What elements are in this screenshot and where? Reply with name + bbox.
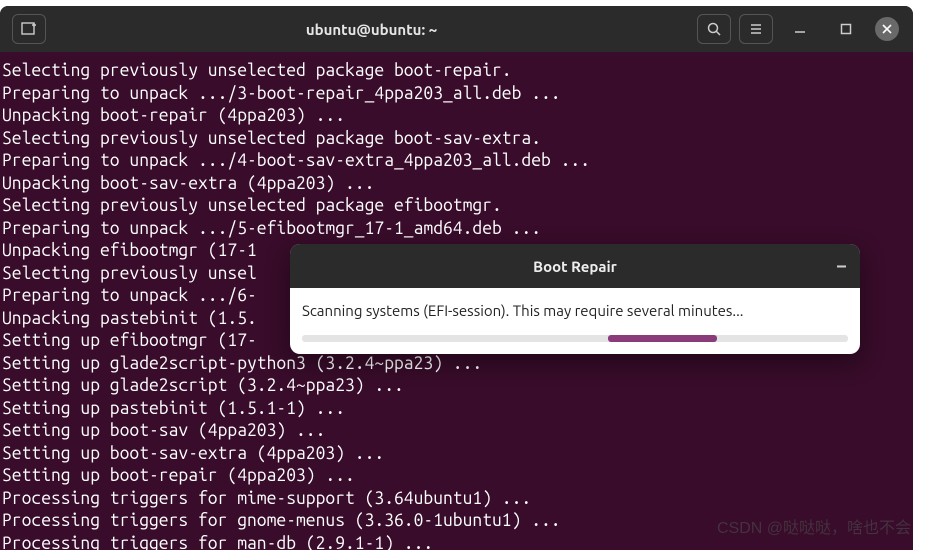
terminal-line: Setting up pastebinit (1.5.1-1) ... bbox=[0, 398, 913, 421]
terminal-line: Processing triggers for mime-support (3.… bbox=[0, 488, 913, 511]
dialog-header[interactable]: Boot Repair – bbox=[290, 244, 860, 288]
terminal-line: Setting up boot-repair (4ppa203) ... bbox=[0, 465, 913, 488]
boot-repair-dialog: Boot Repair – Scanning systems (EFI-sess… bbox=[290, 244, 860, 354]
terminal-line: Preparing to unpack .../5-efibootmgr_17-… bbox=[0, 218, 913, 241]
search-button[interactable] bbox=[697, 14, 731, 44]
progress-bar-fill bbox=[608, 335, 717, 342]
dialog-body: Scanning systems (EFI-session). This may… bbox=[290, 288, 860, 354]
menu-button[interactable] bbox=[739, 14, 773, 44]
terminal-line: Preparing to unpack .../3-boot-repair_4p… bbox=[0, 83, 913, 106]
terminal-line: Unpacking boot-sav-extra (4ppa203) ... bbox=[0, 173, 913, 196]
terminal-line: Setting up glade2script-python3 (3.2.4~p… bbox=[0, 353, 913, 376]
terminal-line: Preparing to unpack .../4-boot-sav-extra… bbox=[0, 150, 913, 173]
dialog-title: Boot Repair bbox=[290, 258, 860, 275]
terminal-line: Setting up boot-sav-extra (4ppa203) ... bbox=[0, 443, 913, 466]
minimize-button[interactable] bbox=[787, 16, 813, 42]
close-button[interactable] bbox=[875, 17, 899, 41]
titlebar: ubuntu@ubuntu: ~ bbox=[0, 6, 913, 52]
terminal-line: Unpacking boot-repair (4ppa203) ... bbox=[0, 105, 913, 128]
new-tab-button[interactable] bbox=[12, 14, 46, 44]
watermark: CSDN @哒哒哒，啥也不会 bbox=[717, 514, 911, 538]
progress-bar-track bbox=[302, 335, 848, 342]
terminal-line: Setting up boot-sav (4ppa203) ... bbox=[0, 420, 913, 443]
maximize-button[interactable] bbox=[833, 16, 859, 42]
dialog-message: Scanning systems (EFI-session). This may… bbox=[302, 302, 848, 319]
terminal-line: Setting up glade2script (3.2.4~ppa23) ..… bbox=[0, 375, 913, 398]
terminal-line: Selecting previously unselected package … bbox=[0, 60, 913, 83]
window-title: ubuntu@ubuntu: ~ bbox=[50, 21, 693, 38]
terminal-line: Selecting previously unselected package … bbox=[0, 128, 913, 151]
terminal-line: Selecting previously unselected package … bbox=[0, 195, 913, 218]
dialog-minimize-button[interactable]: – bbox=[837, 256, 846, 276]
